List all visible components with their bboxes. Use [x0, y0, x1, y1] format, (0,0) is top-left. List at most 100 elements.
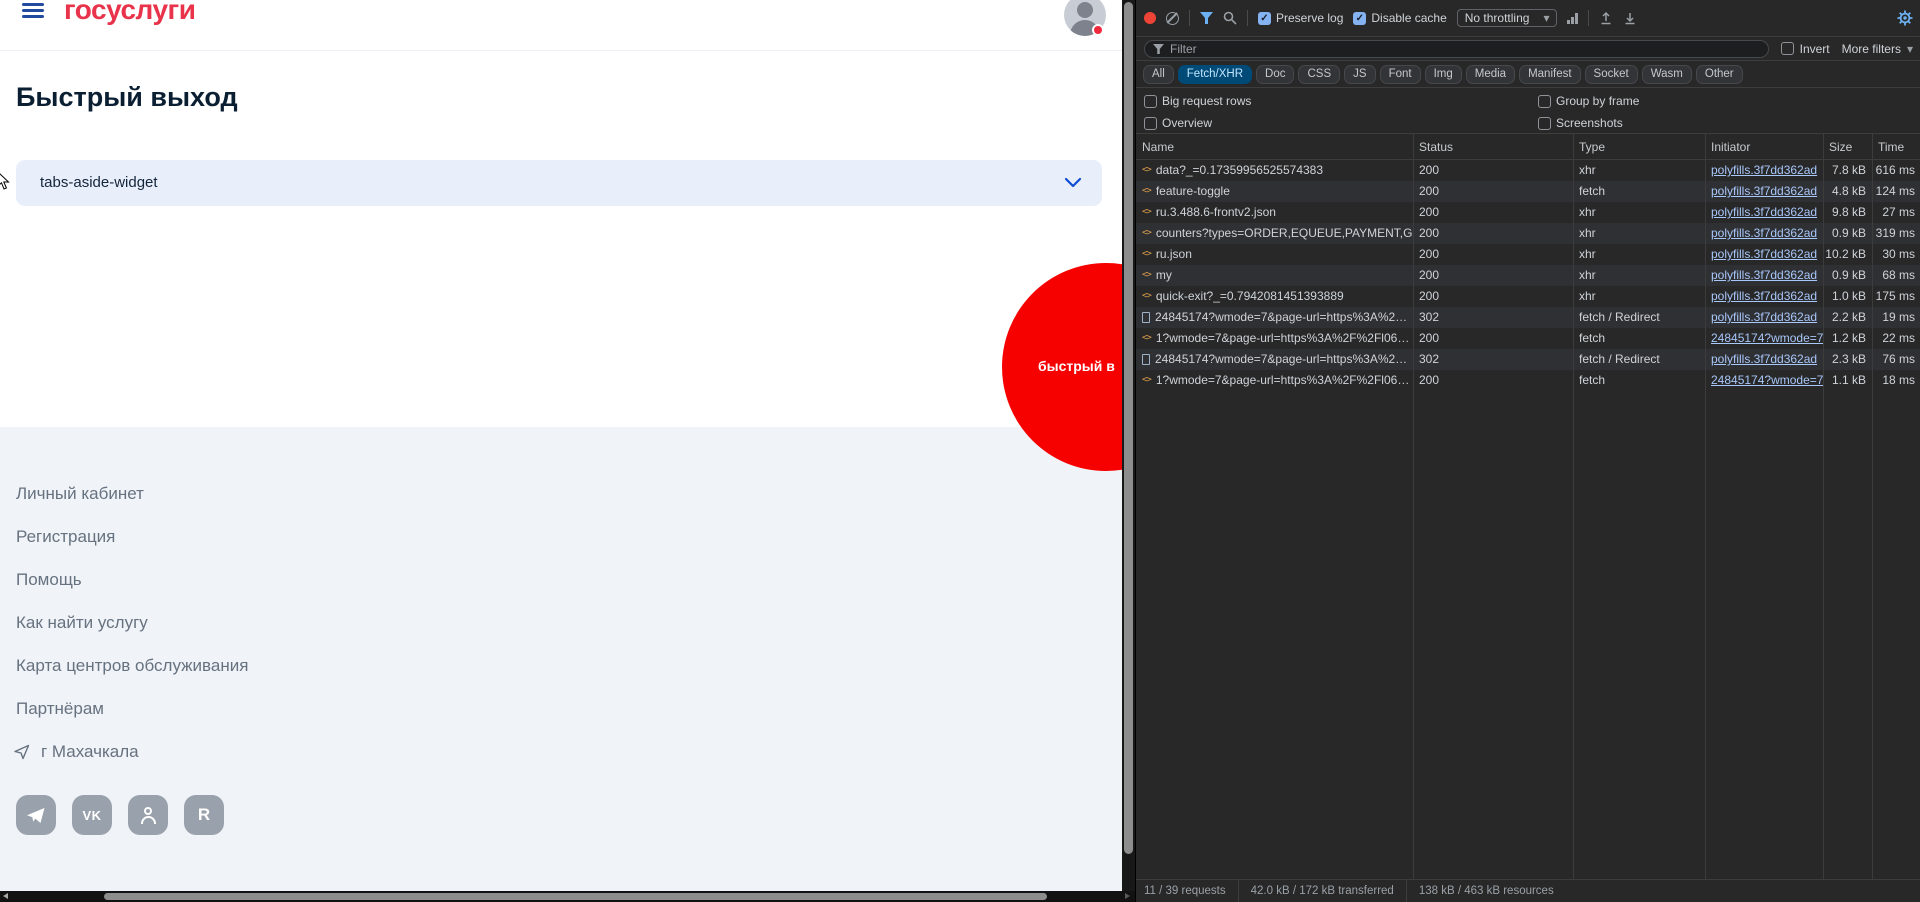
code-icon: <>: [1142, 249, 1152, 259]
footer-link[interactable]: Помощь: [16, 570, 248, 590]
menu-icon[interactable]: [22, 3, 44, 19]
initiator-link[interactable]: polyfills.3f7dd362ad: [1711, 226, 1817, 240]
column-header-time[interactable]: Time: [1872, 134, 1920, 160]
initiator-link[interactable]: polyfills.3f7dd362ad: [1711, 310, 1817, 324]
record-icon[interactable]: [1144, 12, 1156, 24]
ok-button[interactable]: [128, 795, 168, 835]
footer-link[interactable]: Партнёрам: [16, 699, 248, 719]
filter-chip-css[interactable]: CSS: [1298, 64, 1341, 84]
column-header-name[interactable]: Name: [1136, 134, 1413, 160]
rutube-button[interactable]: R: [184, 795, 224, 835]
gear-icon[interactable]: [1897, 10, 1913, 26]
request-status: 302: [1419, 310, 1440, 324]
vk-button[interactable]: VK: [72, 795, 112, 835]
footer-link[interactable]: Личный кабинет: [16, 484, 248, 504]
throttling-select[interactable]: No throttling: [1456, 9, 1558, 27]
disable-cache-checkbox[interactable]: [1353, 11, 1367, 25]
request-type: xhr: [1579, 247, 1596, 261]
column-separator[interactable]: [1573, 134, 1574, 879]
screenshots-checkbox[interactable]: [1538, 116, 1551, 130]
request-type: xhr: [1579, 289, 1596, 303]
horizontal-scrollbar[interactable]: [0, 891, 1135, 902]
tabs-aside-widget[interactable]: tabs-aside-widget: [16, 160, 1102, 206]
column-header-initiator[interactable]: Initiator: [1705, 134, 1823, 160]
more-filters-button[interactable]: More filters: [1842, 42, 1913, 56]
import-har-icon[interactable]: [1599, 11, 1613, 25]
filter-chip-doc[interactable]: Doc: [1256, 64, 1295, 84]
requests-count: 11 / 39 requests: [1136, 880, 1239, 902]
overview-toggle[interactable]: Overview: [1144, 116, 1212, 130]
column-separator[interactable]: [1413, 134, 1414, 879]
network-request-row[interactable]: <> quick-exit?_=0.7942081451393889 200 xhr p…: [1136, 286, 1920, 307]
footer-link[interactable]: Регистрация: [16, 527, 248, 547]
initiator-link[interactable]: polyfills.3f7dd362ad: [1711, 163, 1817, 177]
search-icon[interactable]: [1223, 11, 1237, 25]
filter-chip-font[interactable]: Font: [1379, 64, 1421, 84]
initiator-link[interactable]: 24845174?wmode=7…: [1711, 331, 1823, 345]
invert-toggle[interactable]: Invert: [1780, 42, 1830, 56]
location-row[interactable]: г Махачкала: [13, 742, 139, 762]
network-request-row[interactable]: <> feature-toggle 200 fetch polyfills.3f7dd3…: [1136, 181, 1920, 202]
column-separator[interactable]: [1705, 134, 1706, 879]
preserve-log-toggle[interactable]: Preserve log: [1258, 11, 1343, 25]
network-request-row[interactable]: 24845174?wmode=7&page-url=https%3A%2… 302…: [1136, 349, 1920, 370]
filter-funnel-icon[interactable]: [1200, 12, 1213, 24]
initiator-link[interactable]: 24845174?wmode=7…: [1711, 373, 1823, 387]
initiator-link[interactable]: polyfills.3f7dd362ad: [1711, 268, 1817, 282]
network-request-row[interactable]: <> 1?wmode=7&page-url=https%3A%2F%2Fl06… 2…: [1136, 370, 1920, 391]
filter-chip-img[interactable]: Img: [1424, 64, 1462, 84]
filter-chip-media[interactable]: Media: [1465, 64, 1516, 84]
initiator-link[interactable]: polyfills.3f7dd362ad: [1711, 247, 1817, 261]
filter-input[interactable]: Filter: [1144, 39, 1769, 58]
telegram-button[interactable]: [16, 795, 56, 835]
overview-checkbox[interactable]: [1144, 116, 1157, 130]
footer-link[interactable]: Карта центров обслуживания: [16, 656, 248, 676]
network-request-row[interactable]: <> data?_=0.17359956525574383 200 xhr polyfi…: [1136, 160, 1920, 181]
filter-chip-other[interactable]: Other: [1695, 64, 1743, 84]
footer-link[interactable]: Как найти услугу: [16, 613, 248, 633]
group-by-frame-checkbox[interactable]: [1538, 94, 1551, 108]
big-request-rows-checkbox[interactable]: [1144, 94, 1157, 108]
filter-chip-fetch-xhr[interactable]: Fetch/XHR: [1177, 64, 1253, 84]
filter-chip-socket[interactable]: Socket: [1584, 64, 1638, 84]
network-request-row[interactable]: <> counters?types=ORDER,EQUEUE,PAYMENT,GE…: [1136, 223, 1920, 244]
group-by-frame-toggle[interactable]: Group by frame: [1538, 94, 1639, 108]
network-request-row[interactable]: <> ru.json 200 xhr polyfills.3f7dd362ad 10.2 …: [1136, 244, 1920, 265]
initiator-link[interactable]: polyfills.3f7dd362ad: [1711, 289, 1817, 303]
column-separator[interactable]: [1823, 134, 1824, 879]
geo-icon: [14, 744, 30, 760]
network-request-row[interactable]: <> my 200 xhr polyfills.3f7dd362ad 0.9 kB 68 m…: [1136, 265, 1920, 286]
column-separator[interactable]: [1872, 134, 1873, 879]
preserve-log-checkbox[interactable]: [1258, 11, 1271, 25]
column-header-status[interactable]: Status: [1413, 134, 1573, 160]
column-header-type[interactable]: Type: [1573, 134, 1705, 160]
network-request-row[interactable]: 24845174?wmode=7&page-url=https%3A%2… 302…: [1136, 307, 1920, 328]
export-har-icon[interactable]: [1623, 11, 1637, 25]
filter-chip-all[interactable]: All: [1143, 64, 1174, 84]
scroll-right-arrow-icon[interactable]: [1125, 893, 1130, 899]
network-conditions-icon[interactable]: [1567, 12, 1578, 24]
disable-cache-toggle[interactable]: Disable cache: [1353, 11, 1447, 25]
dropdown-arrow-icon: [1543, 11, 1549, 25]
request-size: 2.3 kB: [1831, 352, 1866, 366]
column-header-size[interactable]: Size: [1823, 134, 1872, 160]
initiator-link[interactable]: polyfills.3f7dd362ad: [1711, 352, 1817, 366]
filter-chip-js[interactable]: JS: [1344, 64, 1376, 84]
screenshots-toggle[interactable]: Screenshots: [1538, 116, 1623, 130]
site-logo[interactable]: госуслуги: [64, 0, 196, 26]
horizontal-scrollbar-thumb[interactable]: [104, 893, 1047, 900]
initiator-link[interactable]: polyfills.3f7dd362ad: [1711, 205, 1817, 219]
big-request-rows-toggle[interactable]: Big request rows: [1144, 94, 1251, 108]
filter-chip-wasm[interactable]: Wasm: [1641, 64, 1692, 84]
filter-chip-manifest[interactable]: Manifest: [1519, 64, 1581, 84]
clear-icon[interactable]: [1166, 11, 1179, 25]
invert-checkbox[interactable]: [1780, 42, 1794, 55]
vertical-scrollbar[interactable]: [1122, 0, 1135, 891]
scroll-left-arrow-icon[interactable]: [3, 893, 8, 899]
vertical-scrollbar-thumb[interactable]: [1124, 2, 1133, 854]
network-request-row[interactable]: <> 1?wmode=7&page-url=https%3A%2F%2Fl06… 2…: [1136, 328, 1920, 349]
disable-cache-label: Disable cache: [1371, 11, 1447, 25]
gosuslugi-page: госуслуги Быстрый выход tabs-aside-widge…: [0, 0, 1122, 891]
network-request-row[interactable]: <> ru.3.488.6-frontv2.json 200 xhr polyfills…: [1136, 202, 1920, 223]
initiator-link[interactable]: polyfills.3f7dd362ad: [1711, 184, 1817, 198]
